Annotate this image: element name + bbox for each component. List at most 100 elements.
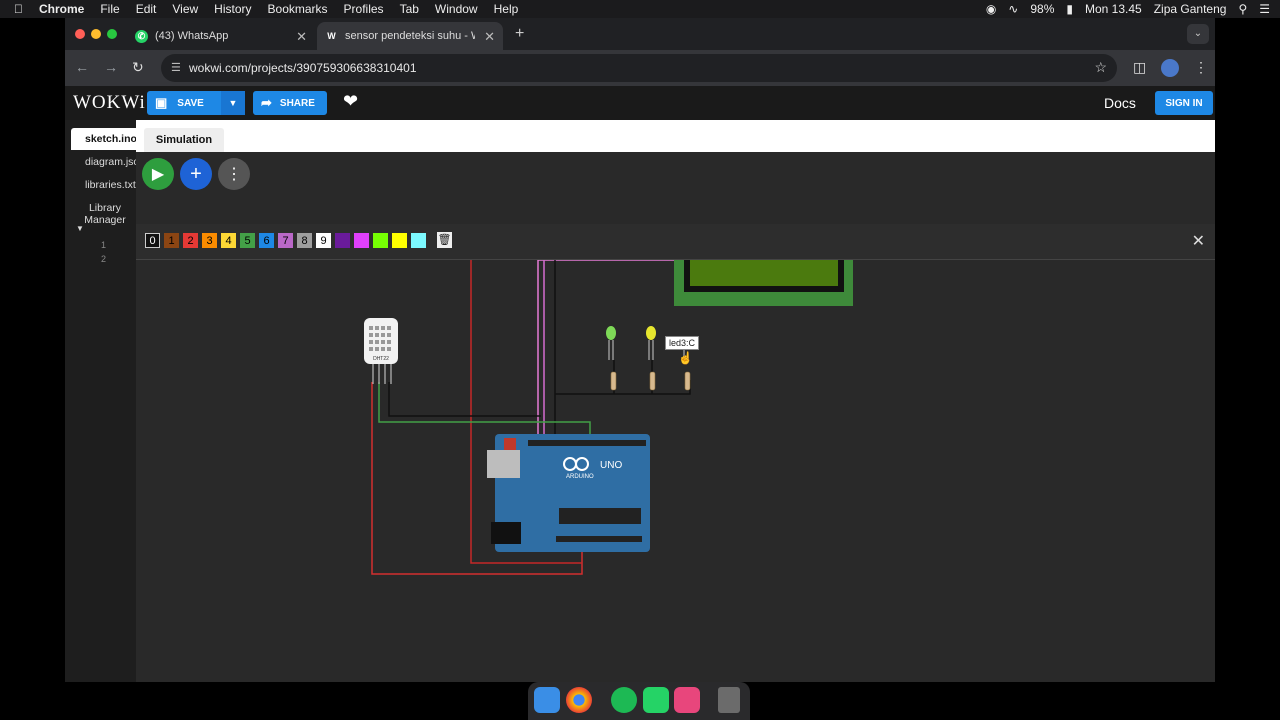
wire-color-swatch[interactable]: 4 xyxy=(221,233,236,248)
wire-color-swatch[interactable] xyxy=(373,233,388,248)
books-icon[interactable] xyxy=(674,687,700,713)
more-menu-icon[interactable]: ⋮ xyxy=(1194,59,1208,76)
delete-wire-icon[interactable]: 🗑 xyxy=(437,232,452,248)
apple-icon[interactable]:  xyxy=(0,2,31,16)
share-button[interactable]: ➦ SHARE xyxy=(253,91,327,115)
wire-color-swatch[interactable]: 9 xyxy=(316,233,331,248)
board-model-label: UNO xyxy=(600,460,622,471)
save-dropdown-icon[interactable]: ▼ xyxy=(221,91,245,115)
whatsapp-dock-icon[interactable] xyxy=(643,687,669,713)
circuit-diagram: DHT22 ARDUINO UNO xyxy=(364,260,853,575)
battery-percent[interactable]: 98% xyxy=(1030,2,1054,16)
menu-tab[interactable]: Tab xyxy=(392,2,427,16)
wokwi-header: WOKWi ▣ SAVE ▼ ➦ SHARE ❤ Docs SIGN IN xyxy=(65,86,1215,120)
trash-icon[interactable] xyxy=(718,687,740,713)
menu-history[interactable]: History xyxy=(206,2,259,16)
more-options-button[interactable]: ⋮ xyxy=(218,158,250,190)
finder-icon[interactable] xyxy=(534,687,560,713)
line-number: 1 xyxy=(100,240,106,250)
dht22-sensor[interactable]: DHT22 xyxy=(364,318,398,384)
start-simulation-button[interactable]: ▶ xyxy=(142,158,174,190)
wifi-icon[interactable]: ∿ xyxy=(1008,2,1018,16)
wire-color-swatch[interactable]: 3 xyxy=(202,233,217,248)
lcd-display[interactable] xyxy=(674,260,853,306)
wokwi-logo[interactable]: WOKWi xyxy=(73,92,146,114)
editor-pane: sketch.ino diagram.json libraries.txt Li… xyxy=(65,120,136,682)
file-tab-label: sketch.ino xyxy=(85,133,136,145)
file-tab-sketch[interactable]: sketch.ino xyxy=(71,128,136,150)
arduino-uno-board[interactable]: ARDUINO UNO xyxy=(487,434,650,552)
wire-color-swatch[interactable]: 5 xyxy=(240,233,255,248)
menu-profiles[interactable]: Profiles xyxy=(336,2,392,16)
menu-bookmarks[interactable]: Bookmarks xyxy=(260,2,336,16)
menubar-clock[interactable]: Mon 13.45 xyxy=(1085,2,1142,16)
tab-search-icon[interactable]: ⌄ xyxy=(1187,24,1209,44)
sensor-label: DHT22 xyxy=(373,356,389,362)
profile-avatar[interactable] xyxy=(1161,59,1179,77)
library-manager-tab[interactable]: Library Manager xyxy=(77,202,133,226)
reload-icon[interactable]: ↻ xyxy=(132,59,144,76)
resistors[interactable] xyxy=(610,371,691,391)
wire-color-swatch[interactable] xyxy=(335,233,350,248)
sensor-pins xyxy=(372,364,392,384)
menu-window[interactable]: Window xyxy=(427,2,486,16)
site-info-icon[interactable]: ☰ xyxy=(171,61,181,74)
menubar-user[interactable]: Zipa Ganteng xyxy=(1154,2,1227,16)
new-tab-icon[interactable]: + xyxy=(515,25,524,43)
zoom-window-icon[interactable] xyxy=(107,29,117,39)
wire-pink xyxy=(537,260,676,438)
menu-file[interactable]: File xyxy=(92,2,127,16)
share-label: SHARE xyxy=(279,97,315,109)
wire-color-swatch[interactable]: 2 xyxy=(183,233,198,248)
wire-black-leds xyxy=(555,380,691,395)
simulation-canvas[interactable]: ▶ + ⋮ 0123456789 🗑 ✕ DHT22 ARDUINO UNO l… xyxy=(136,152,1215,682)
file-tab-diagram[interactable]: diagram.json xyxy=(71,151,136,173)
side-panel-icon[interactable]: ◫ xyxy=(1133,59,1146,76)
save-button[interactable]: ▣ SAVE ▼ xyxy=(147,91,245,115)
wire-color-swatch[interactable] xyxy=(411,233,426,248)
back-icon[interactable]: ← xyxy=(75,59,89,75)
chrome-icon[interactable] xyxy=(566,687,592,713)
sign-in-button[interactable]: SIGN IN xyxy=(1155,91,1213,115)
close-tab-icon[interactable]: ✕ xyxy=(296,29,307,45)
menu-edit[interactable]: Edit xyxy=(128,2,165,16)
wire-color-swatch[interactable] xyxy=(354,233,369,248)
spotlight-icon[interactable]: ⚲ xyxy=(1238,2,1247,16)
heart-icon[interactable]: ❤ xyxy=(343,91,358,112)
sign-in-label: SIGN IN xyxy=(1165,97,1203,109)
led-yellow[interactable] xyxy=(646,326,656,360)
wire-color-swatch[interactable]: 7 xyxy=(278,233,293,248)
wire-color-swatch[interactable] xyxy=(392,233,407,248)
led-green[interactable] xyxy=(606,326,616,360)
wire-color-swatch[interactable]: 0 xyxy=(145,233,160,248)
menu-app-name[interactable]: Chrome xyxy=(31,2,92,16)
whatsapp-icon: ✆ xyxy=(135,29,148,43)
tab-label: sensor pendeteksi suhu - Wo xyxy=(345,30,475,42)
spotify-icon[interactable] xyxy=(611,687,637,713)
floppy-disk-icon: ▣ xyxy=(155,95,168,110)
wire-color-swatch[interactable]: 6 xyxy=(259,233,274,248)
menu-view[interactable]: View xyxy=(164,2,206,16)
battery-icon[interactable]: ▮ xyxy=(1066,2,1073,16)
minimize-window-icon[interactable] xyxy=(91,29,101,39)
wire-color-swatch[interactable]: 1 xyxy=(164,233,179,248)
bookmark-star-icon[interactable]: ☆ xyxy=(1094,59,1107,76)
docs-link[interactable]: Docs xyxy=(1104,95,1136,111)
library-manager-dropdown-icon[interactable]: ▼ xyxy=(76,224,84,233)
wire-green xyxy=(378,382,591,438)
url-field[interactable]: ☰ wokwi.com/projects/390759306638310401 … xyxy=(161,54,1117,82)
close-window-icon[interactable] xyxy=(75,29,85,39)
tab-wokwi[interactable]: W sensor pendeteksi suhu - Wo ✕ xyxy=(317,22,503,50)
tab-whatsapp[interactable]: ✆ (43) WhatsApp ✕ xyxy=(127,22,315,50)
add-part-button[interactable]: + xyxy=(180,158,212,190)
tab-simulation[interactable]: Simulation xyxy=(144,128,224,152)
tab-strip: ✆ (43) WhatsApp ✕ W sensor pendeteksi su… xyxy=(65,18,1215,50)
wire-color-swatch[interactable]: 8 xyxy=(297,233,312,248)
control-center-icon[interactable]: ☰ xyxy=(1259,2,1270,16)
forward-icon[interactable]: → xyxy=(104,59,118,75)
menu-help[interactable]: Help xyxy=(486,2,527,16)
close-tab-icon[interactable]: ✕ xyxy=(484,29,495,45)
file-tab-libraries[interactable]: libraries.txt xyxy=(71,174,136,196)
close-toolbar-icon[interactable]: ✕ xyxy=(1192,231,1205,251)
record-icon[interactable]: ◉ xyxy=(986,2,996,16)
